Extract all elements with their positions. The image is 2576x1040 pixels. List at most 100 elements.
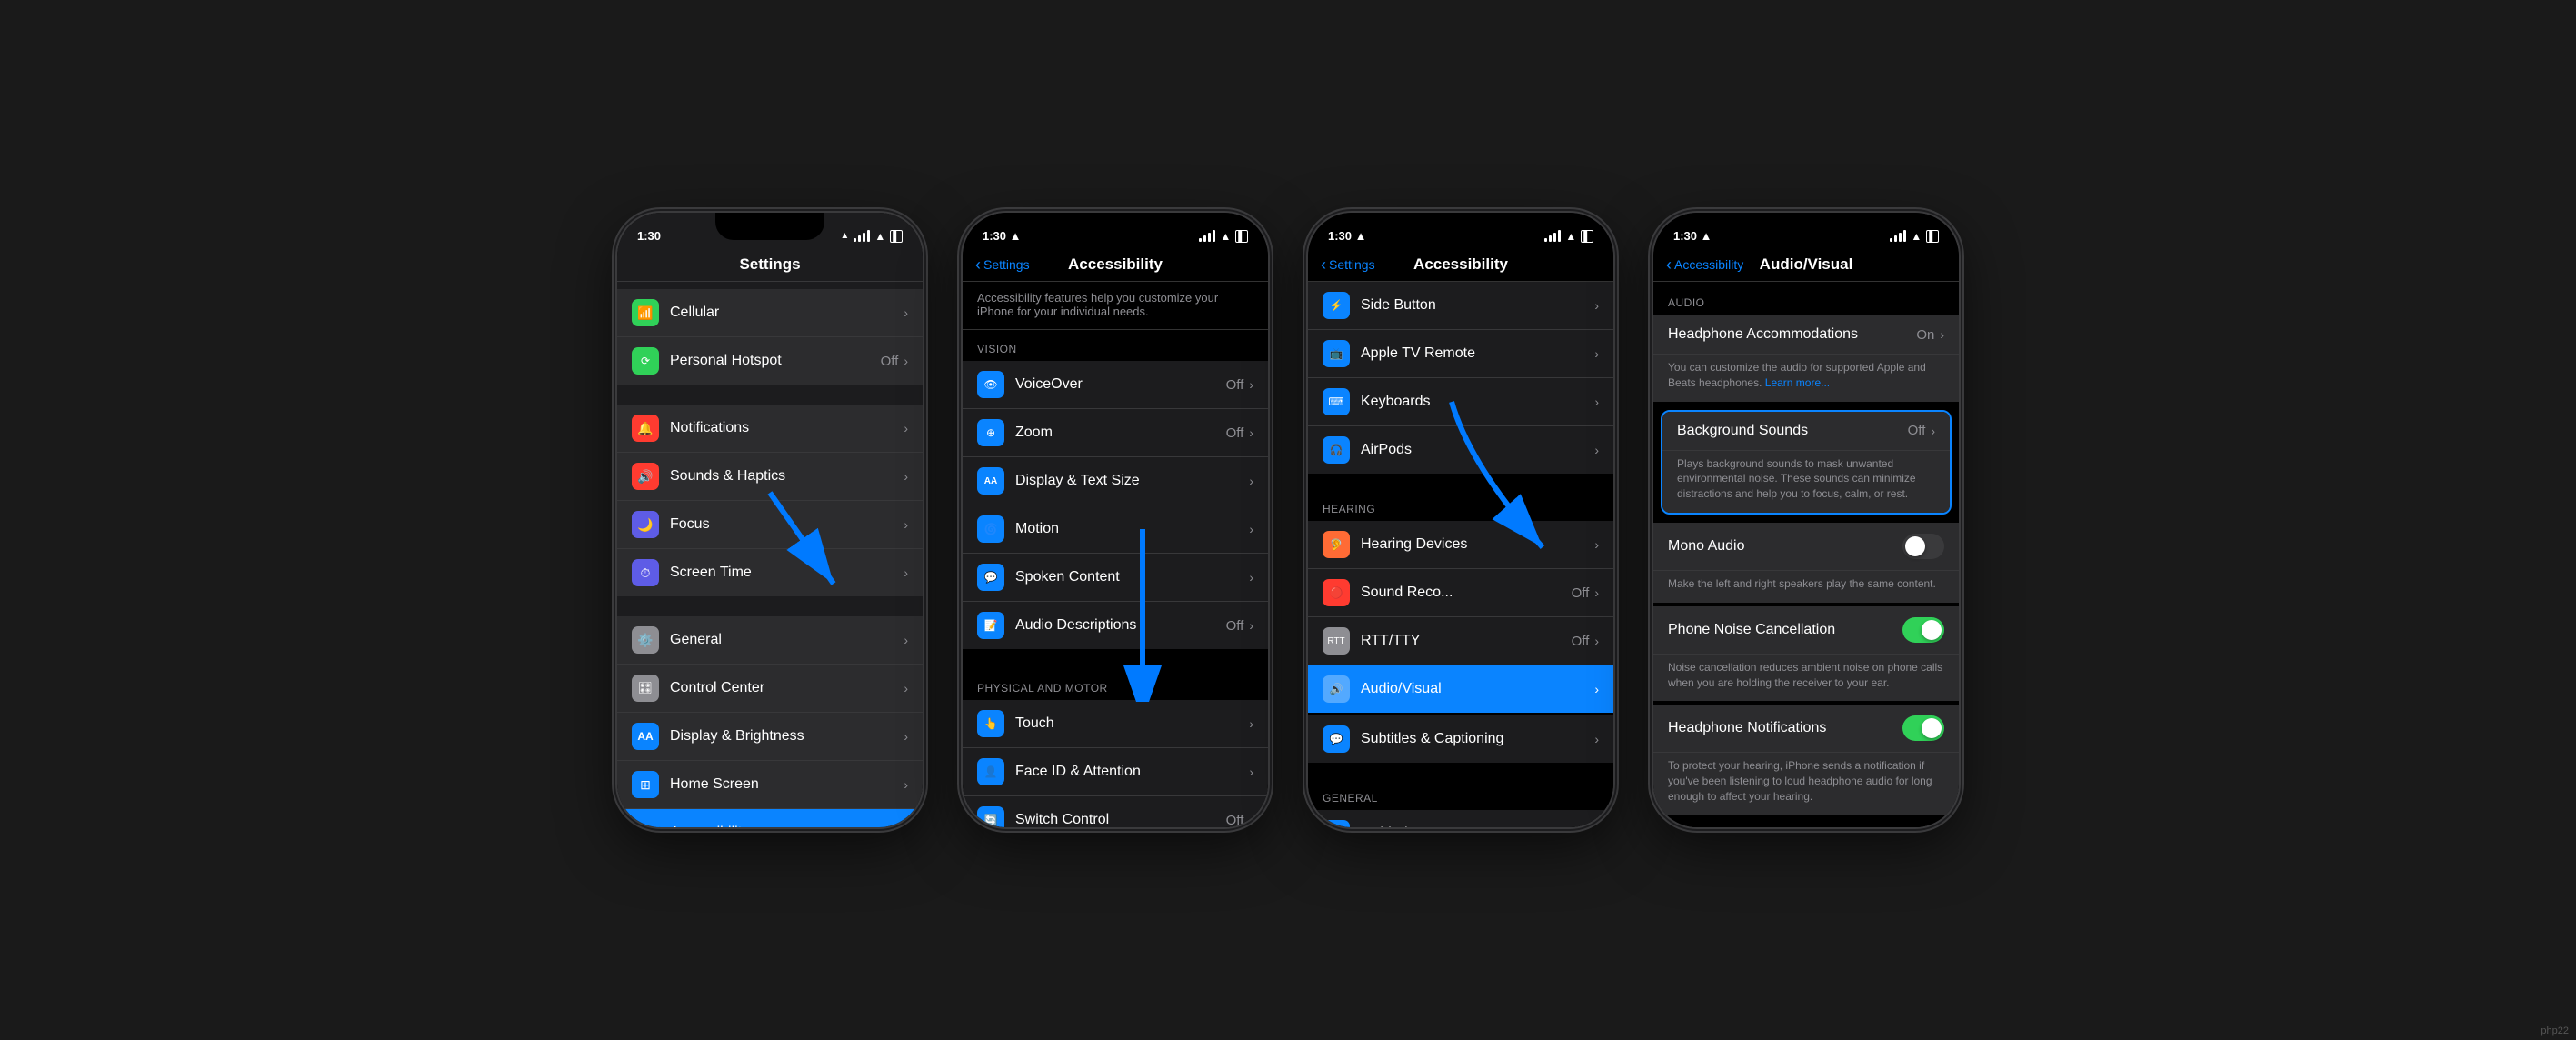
phone-3: 1:30 ▲ ▲ ▌ [1306,211,1615,829]
chevron: › [1249,765,1253,779]
headphone-notif-toggle[interactable] [1902,715,1944,741]
item-guidedaccess[interactable]: 🔒 Guided Access On › [1308,810,1613,827]
nav-header-3: ‹ Settings Accessibility [1308,248,1613,282]
voiceover-label: VoiceOver [1015,376,1226,393]
notch-4 [1752,213,1861,240]
item-zoom[interactable]: ⊕ Zoom Off › [963,409,1268,457]
headphone-notif-desc: To protect your hearing, iPhone sends a … [1653,753,1959,815]
mono-audio-toggle[interactable] [1902,534,1944,559]
general-group-3: 🔒 Guided Access On › 🔍 Siri › [1308,810,1613,827]
faceid-att-label: Face ID & Attention [1015,764,1249,780]
settings-item-display[interactable]: AA Display & Brightness › [617,713,923,761]
nav-back-3[interactable]: ‹ Settings [1321,255,1375,275]
chevron: › [1594,443,1599,457]
airpods-label-3: AirPods [1361,442,1594,458]
item-spoken[interactable]: 💬 Spoken Content › [963,554,1268,602]
chevron: › [1594,537,1599,552]
item-subtitles[interactable]: 💬 Subtitles & Captioning › [1308,715,1613,763]
sidebutton-icon-3: ⚡ [1323,292,1350,319]
chevron: › [1249,425,1253,440]
item-3-keyboards[interactable]: ⌨ Keyboards › [1308,378,1613,426]
settings-item-accessibility[interactable]: ♿ Accessibility › [617,809,923,827]
settings-item-notifications[interactable]: 🔔 Notifications › [617,405,923,453]
wifi-icon-4: ▲ [1911,230,1922,243]
signal-bars [854,230,870,242]
item-3-sidebutton[interactable]: ⚡ Side Button › [1308,282,1613,330]
chevron-icon: › [904,825,908,827]
phones-container: 1:30 ▲ ▲ ▌ [597,193,1979,847]
chevron-icon: › [904,469,908,484]
guidedaccess-label: Guided Access [1361,825,1571,827]
audiodesc-label: Audio Descriptions [1015,617,1226,634]
settings-item-sounds[interactable]: 🔊 Sounds & Haptics › [617,453,923,501]
appletv-label-3: Apple TV Remote [1361,345,1594,362]
audiodesc-icon: 📝 [977,612,1004,639]
zoom-value: Off [1226,425,1244,441]
settings-item-control[interactable]: 🎛 Control Center › [617,665,923,713]
settings-item-cellular[interactable]: 📶 Cellular › [617,289,923,337]
spoken-label: Spoken Content [1015,569,1249,585]
switch-icon: 🔄 [977,806,1004,827]
item-audiodesc[interactable]: 📝 Audio Descriptions Off › [963,602,1268,649]
item-faceid-att[interactable]: 👤 Face ID & Attention › [963,748,1268,796]
nav-back-4[interactable]: ‹ Accessibility [1666,255,1743,275]
item-rtttty[interactable]: RTT RTT/TTY Off › [1308,617,1613,665]
chevron: › [1249,570,1253,585]
item-displaytext[interactable]: AA Display & Text Size › [963,457,1268,505]
settings-group-notifications: 🔔 Notifications › 🔊 Sounds & Haptics › 🌙 [617,405,923,596]
screen-content-3: ⚡ Side Button › 📺 Apple TV Remote › ⌨ [1308,282,1613,827]
switch-label: Switch Control [1015,812,1226,827]
chevron-icon: › [904,681,908,695]
phone-2: 1:30 ▲ ▲ ▌ [961,211,1270,829]
wifi-icon-2: ▲ [1220,230,1231,243]
background-sounds-row[interactable]: Background Sounds Off › [1662,412,1950,451]
rtttty-value: Off [1572,634,1590,649]
sounds-icon: 🔊 [632,463,659,490]
settings-group-connectivity: 📶 Cellular › ⟳ Personal Hotspot Off › [617,289,923,385]
time-4: 1:30 ▲ [1673,229,1712,243]
time-2: 1:30 ▲ [983,229,1022,243]
item-motion[interactable]: 🌀 Motion › [963,505,1268,554]
display-label: Display & Brightness [670,728,904,745]
item-hearingdevices[interactable]: 🦻 Hearing Devices › [1308,521,1613,569]
phone-noise-toggle[interactable] [1902,617,1944,643]
chevron-icon: › [904,777,908,792]
toggle-thumb [1905,536,1925,556]
nav-back-2[interactable]: ‹ Settings [975,255,1030,275]
section-general-3: GENERAL [1308,779,1613,810]
screen-content-2: VISION 👁 VoiceOver Off › ⊕ Zoom [963,330,1268,827]
hearingdevices-label: Hearing Devices [1361,536,1594,553]
settings-item-screentime[interactable]: ⏱ Screen Time › [617,549,923,596]
chevron-icon: › [904,421,908,435]
spoken-icon: 💬 [977,564,1004,591]
settings-item-focus[interactable]: 🌙 Focus › [617,501,923,549]
item-audiovisual[interactable]: 🔊 Audio/Visual › [1308,665,1613,713]
displaytext-icon: AA [977,467,1004,495]
general-label: General [670,632,904,648]
sounds-label: Sounds & Haptics [670,468,904,485]
guidedaccess-icon: 🔒 [1323,820,1350,827]
learn-more-link[interactable]: Learn more... [1765,376,1830,389]
battery-icon: ▌ [890,230,903,243]
focus-icon: 🌙 [632,511,659,538]
displaytext-label: Display & Text Size [1015,473,1249,489]
screen-content-1: 📶 Cellular › ⟳ Personal Hotspot Off › [617,282,923,827]
settings-item-hotspot[interactable]: ⟳ Personal Hotspot Off › [617,337,923,385]
audiovisual-label: Audio/Visual [1361,681,1594,697]
mono-audio-card: Mono Audio Make the left and right speak… [1653,523,1959,603]
headphone-accomm-row[interactable]: Headphone Accommodations On › [1653,315,1959,355]
item-touch[interactable]: 👆 Touch › [963,700,1268,748]
item-voiceover[interactable]: 👁 VoiceOver Off › [963,361,1268,409]
keyboards-label-3: Keyboards [1361,394,1594,410]
audiodesc-value: Off [1226,618,1244,634]
chevron-icon: › [904,305,908,320]
item-3-airpods[interactable]: 🎧 AirPods › [1308,426,1613,474]
settings-item-general[interactable]: ⚙️ General › [617,616,923,665]
voiceover-value: Off [1226,377,1244,393]
settings-item-homescreen[interactable]: ⊞ Home Screen › [617,761,923,809]
item-soundreco[interactable]: 🔴 Sound Reco... Off › [1308,569,1613,617]
hotspot-label: Personal Hotspot [670,353,881,369]
background-sounds-card: Background Sounds Off › Plays background… [1661,410,1952,515]
item-switch[interactable]: 🔄 Switch Control Off › [963,796,1268,827]
item-3-appletv[interactable]: 📺 Apple TV Remote › [1308,330,1613,378]
